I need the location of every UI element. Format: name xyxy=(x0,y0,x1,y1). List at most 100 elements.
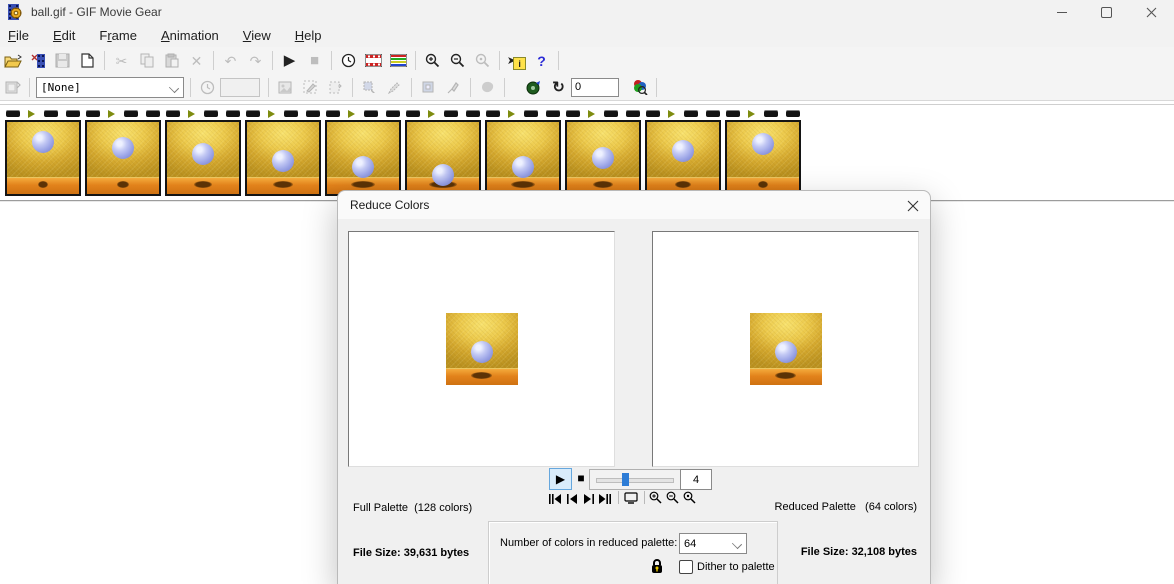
frame-thumbnail[interactable] xyxy=(565,120,641,196)
filmstrip-frame[interactable] xyxy=(85,107,161,196)
selection-button[interactable] xyxy=(357,76,382,98)
stop-button[interactable]: ■ xyxy=(302,50,327,72)
perforation xyxy=(566,110,580,117)
dialog-close-button[interactable] xyxy=(905,198,921,214)
open-file-button[interactable] xyxy=(0,50,25,72)
loop-count-input[interactable] xyxy=(571,78,619,97)
preview-monitor-button[interactable] xyxy=(623,491,638,504)
title-bar: ball.gif - GIF Movie Gear xyxy=(0,0,1174,24)
close-button[interactable] xyxy=(1129,0,1174,24)
zoom-in-button[interactable] xyxy=(420,50,445,72)
next-frame-icon xyxy=(584,494,594,504)
edit-frame-button[interactable] xyxy=(298,76,323,98)
new-frame-button[interactable] xyxy=(75,50,100,72)
frame-thumbnail[interactable] xyxy=(85,120,161,196)
lock-palette-button[interactable] xyxy=(650,558,664,574)
duplicate-frame-icon xyxy=(328,80,343,95)
last-frame-button[interactable] xyxy=(597,492,612,505)
redo-button[interactable]: ↷ xyxy=(243,50,268,72)
optimize-button[interactable] xyxy=(521,76,546,98)
colors-count-select[interactable]: 64 xyxy=(679,533,747,554)
menu-edit[interactable]: Edit xyxy=(41,28,87,43)
undo-icon: ↶ xyxy=(225,54,237,68)
frame-thumbnail[interactable] xyxy=(645,120,721,196)
preview-play-button[interactable]: ▶ xyxy=(549,468,572,490)
delay-input[interactable] xyxy=(220,78,260,97)
frame-thumbnail[interactable] xyxy=(405,120,481,196)
preview-zoom-in-button[interactable] xyxy=(648,491,663,504)
filmstrip-frame[interactable] xyxy=(5,107,81,196)
insert-image-button[interactable] xyxy=(273,76,298,98)
menu-frame[interactable]: Frame xyxy=(87,28,149,43)
duplicate-frame-button[interactable] xyxy=(323,76,348,98)
menu-file[interactable]: File xyxy=(0,28,41,43)
loop-icon: ↻ xyxy=(552,80,565,95)
filmstrip-frame[interactable] xyxy=(165,107,241,196)
first-frame-button[interactable] xyxy=(547,492,562,505)
full-palette-label: Full Palette (128 colors) xyxy=(353,501,472,516)
minimize-button[interactable] xyxy=(1039,0,1084,24)
filmstrip-frame[interactable] xyxy=(245,107,321,196)
preview-stop-button[interactable]: ■ xyxy=(572,469,590,487)
previous-frame-icon xyxy=(567,494,577,504)
palette-button[interactable] xyxy=(627,76,652,98)
perforation xyxy=(486,110,500,117)
filmstrip-frame[interactable] xyxy=(645,107,721,196)
filmstrip-frame[interactable] xyxy=(725,107,801,196)
menu-animation[interactable]: Animation xyxy=(149,28,231,43)
view-frames-button[interactable] xyxy=(386,50,411,72)
window-controls xyxy=(1039,0,1174,24)
loop-count-button[interactable]: ↻ xyxy=(546,76,571,98)
frame-properties-button[interactable] xyxy=(0,76,25,98)
zoom-actual-button[interactable] xyxy=(470,50,495,72)
context-help-button[interactable]: ➤i xyxy=(504,50,529,72)
menu-help[interactable]: Help xyxy=(283,28,334,43)
frame-thumbnail[interactable] xyxy=(485,120,561,196)
frame-marker-icon xyxy=(348,110,355,118)
zoom-out-button[interactable] xyxy=(445,50,470,72)
copy-button[interactable] xyxy=(134,50,159,72)
delay-clock-button[interactable] xyxy=(195,76,220,98)
frame-thumbnail[interactable] xyxy=(725,120,801,196)
filmstrip-frame[interactable] xyxy=(485,107,561,196)
cut-button[interactable]: ✂ xyxy=(109,50,134,72)
slider-thumb[interactable] xyxy=(622,473,629,486)
preview-zoom-out-button[interactable] xyxy=(665,491,680,504)
paste-button[interactable] xyxy=(159,50,184,72)
menu-view[interactable]: View xyxy=(231,28,283,43)
timing-button[interactable] xyxy=(336,50,361,72)
filmstrip-frame[interactable] xyxy=(325,107,401,196)
delete-frame-button[interactable]: ✕ xyxy=(184,50,209,72)
draw-button[interactable] xyxy=(382,76,407,98)
preview-filmstrip-button[interactable] xyxy=(361,50,386,72)
filmstrip-red-icon xyxy=(365,54,382,67)
frame-slider[interactable] xyxy=(589,469,681,490)
maximize-button[interactable] xyxy=(1084,0,1129,24)
filmstrip-frame[interactable] xyxy=(405,107,481,196)
insert-frames-button[interactable] xyxy=(25,50,50,72)
mask-button[interactable] xyxy=(475,76,500,98)
play-button[interactable]: ▶ xyxy=(277,50,302,72)
undo-button[interactable]: ↶ xyxy=(218,50,243,72)
dither-checkbox[interactable] xyxy=(679,560,693,574)
eyedropper-button[interactable] xyxy=(441,76,466,98)
frame-thumbnail[interactable] xyxy=(5,120,81,196)
frame-thumbnail[interactable] xyxy=(245,120,321,196)
frame-thumbnail[interactable] xyxy=(325,120,401,196)
help-button[interactable]: ? xyxy=(529,50,554,72)
reduced-palette-label: Reduced Palette (64 colors) xyxy=(773,500,917,515)
colors-count-value: 64 xyxy=(680,538,696,550)
close-icon xyxy=(907,200,919,212)
filmstrip-frame[interactable] xyxy=(565,107,641,196)
transition-select[interactable]: [None] xyxy=(36,77,184,98)
perforation xyxy=(146,110,160,117)
crop-button[interactable] xyxy=(416,76,441,98)
save-button[interactable] xyxy=(50,50,75,72)
previous-frame-button[interactable] xyxy=(564,492,579,505)
preview-zoom-actual-button[interactable] xyxy=(682,491,697,504)
last-frame-icon xyxy=(599,494,611,504)
toolbar-separator xyxy=(352,78,353,97)
next-frame-button[interactable] xyxy=(581,492,596,505)
frame-thumbnail[interactable] xyxy=(165,120,241,196)
perforation xyxy=(364,110,378,117)
